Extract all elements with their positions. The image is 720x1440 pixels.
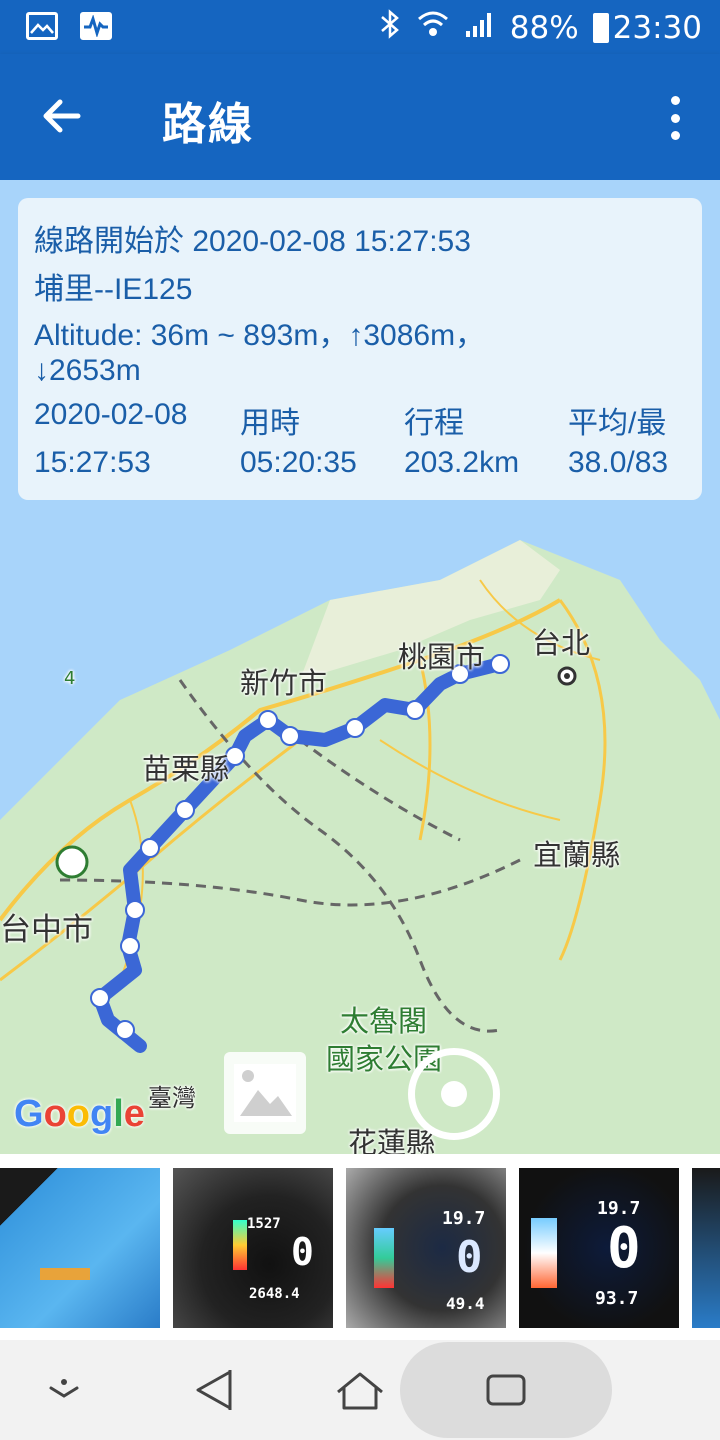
photo-thumbnail[interactable] — [0, 1168, 160, 1328]
google-logo: Google — [14, 1093, 145, 1135]
photo-strip: 1527 0 2648.4 19.7 0 49.4 19.7 0 93.7 — [0, 1168, 720, 1328]
home-icon — [337, 1372, 383, 1410]
dash-odometer-bottom: 2648.4 — [249, 1286, 300, 1302]
photo-thumbnail[interactable]: 19.7 0 49.4 — [346, 1168, 506, 1328]
more-options-button[interactable] — [668, 96, 682, 140]
battery-percent: 88% — [509, 10, 579, 46]
stat-duration-value: 05:20:35 — [240, 446, 357, 479]
system-nav-bar — [0, 1340, 720, 1440]
map-label-hsinchu: 新竹市 — [240, 666, 328, 700]
page-title: 路線 — [162, 99, 254, 150]
altitude-descent: ↓2653m — [34, 354, 141, 387]
back-button[interactable] — [40, 96, 88, 136]
stat-duration-label: 用時 — [240, 407, 300, 440]
photo-thumbnail[interactable]: 19.7 0 93.7 — [519, 1168, 679, 1328]
image-icon — [234, 1064, 296, 1122]
stat-date-label: 2020-02-08 — [34, 398, 188, 431]
signal-icon — [464, 9, 496, 47]
route-start-time: 線路開始於 2020-02-08 15:27:53 — [34, 225, 471, 258]
photo-thumbnail[interactable]: 1527 0 2648.4 — [173, 1168, 333, 1328]
stat-distance-value: 203.2km — [404, 446, 520, 479]
hide-keyboard-button[interactable] — [34, 1362, 94, 1418]
map-label-taichung: 台中市 — [0, 912, 93, 948]
dash-avg-bottom: 93.7 — [595, 1288, 639, 1309]
recents-icon — [486, 1374, 526, 1406]
photo-thumbnail[interactable] — [692, 1168, 720, 1328]
stat-date-value: 15:27:53 — [34, 446, 151, 479]
route-info-card: 線路開始於 2020-02-08 15:27:53 埔里--IE125 Alti… — [18, 198, 702, 500]
dash-odometer-top: 1527 — [247, 1216, 281, 1232]
clock: 23:30 — [612, 10, 702, 46]
add-photo-button[interactable] — [224, 1052, 306, 1134]
map-label-taroko: 太魯閣 — [340, 1004, 428, 1038]
my-location-button[interactable] — [408, 1048, 500, 1140]
stat-distance-label: 行程 — [404, 407, 464, 440]
activity-icon — [80, 12, 112, 40]
highway-shield: 4 — [64, 668, 76, 689]
back-nav-button[interactable] — [186, 1362, 246, 1418]
stat-speed-value: 38.0/83 — [568, 446, 669, 479]
wifi-icon — [416, 8, 450, 48]
map-label-taoyuan: 桃園市 — [398, 640, 486, 674]
home-nav-button[interactable] — [330, 1362, 390, 1418]
map-label-yilan: 宜蘭縣 — [533, 838, 621, 872]
status-bar: 88% 23:30 — [0, 0, 720, 54]
map-label-taipei: 台北 — [532, 626, 591, 660]
dash-trip-top: 19.7 — [442, 1208, 486, 1229]
map-label-miaoli: 苗栗縣 — [142, 752, 230, 786]
route-name: 埔里--IE125 — [34, 273, 193, 306]
battery-icon — [592, 13, 609, 43]
altitude-line: Altitude: 36m ~ 893m，↑3086m， — [34, 319, 486, 352]
back-triangle-icon — [196, 1370, 232, 1410]
more-vert-icon — [670, 96, 680, 105]
arrow-left-icon — [43, 99, 81, 133]
app-bar: 路線 — [0, 54, 720, 180]
map-label-taiwan: 臺灣 — [148, 1084, 196, 1112]
hide-keyboard-icon — [49, 1379, 79, 1398]
bluetooth-icon — [378, 8, 402, 48]
gallery-icon — [26, 12, 58, 40]
dash-trip-bottom: 49.4 — [446, 1294, 485, 1313]
stat-speed-label: 平均/最 — [568, 407, 667, 440]
location-dot-icon — [441, 1081, 467, 1107]
recents-nav-button[interactable] — [476, 1362, 536, 1418]
